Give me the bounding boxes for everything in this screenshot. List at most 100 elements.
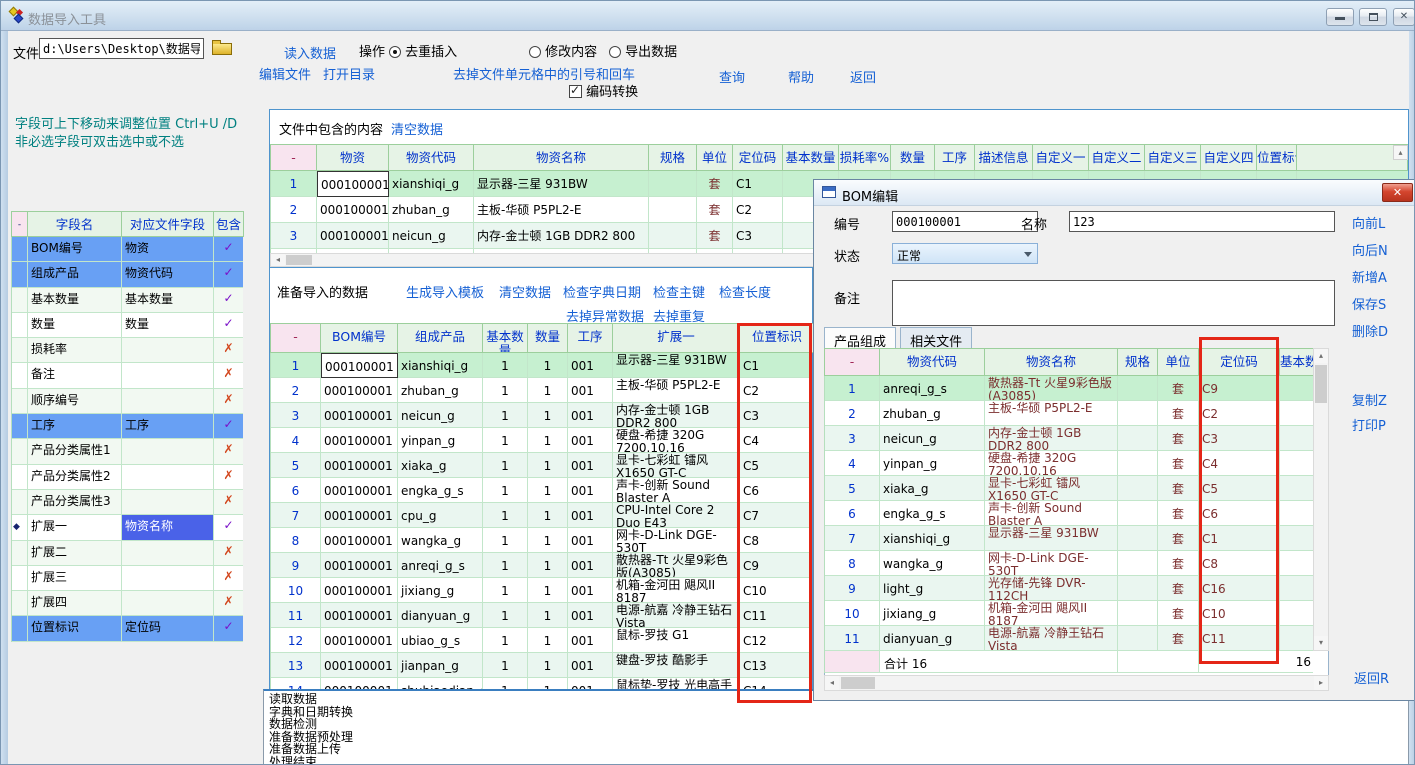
edit-file-link[interactable]: 编辑文件 xyxy=(259,64,311,83)
field-mapping-row[interactable]: 位置标识 定位码 ✓ xyxy=(12,616,243,641)
table-row[interactable]: 12 000100001 ubiao_g_s 1 1 001 鼠标-罗技 G1 … xyxy=(271,628,812,653)
restore-button[interactable] xyxy=(1359,8,1387,26)
open-directory-link[interactable]: 打开目录 xyxy=(323,64,375,83)
bom-no-input[interactable] xyxy=(892,211,1038,232)
table-row[interactable]: 4 000100001 yinpan_g 1 1 001 硬盘-希捷 320G … xyxy=(271,428,812,453)
field-mapping-row[interactable]: 产品分类属性1 ✗ xyxy=(12,439,243,464)
restore-icon xyxy=(1369,13,1378,21)
table-row[interactable]: 11 dianyuan_g 电源-航嘉 冷静王钻石Vista 套 C11 xyxy=(825,626,1313,651)
radio-dedup-insert[interactable]: 去重插入 xyxy=(389,41,457,60)
scroll-thumb[interactable] xyxy=(286,255,312,265)
app-icon xyxy=(9,7,26,24)
table-row[interactable]: 1 000100001 xianshiqi_g 1 1 001 显示器-三星 9… xyxy=(271,353,812,378)
bom-action-button[interactable]: 复制Z xyxy=(1352,390,1387,409)
table-row[interactable]: 8 wangka_g 网卡-D-Link DGE-530T 套 C8 xyxy=(825,551,1313,576)
column-header: 单位 xyxy=(697,144,733,171)
bom-nav-button[interactable]: 向后N xyxy=(1352,240,1388,259)
import-action-link[interactable]: 检查长度 xyxy=(719,282,771,301)
import-action-link[interactable]: 检查字典日期 xyxy=(563,282,641,301)
field-mapping-row[interactable]: 备注 ✗ xyxy=(12,363,243,388)
state-combobox[interactable]: 正常 xyxy=(892,243,1038,264)
import-action-link[interactable]: 生成导入模板 xyxy=(406,282,484,301)
dialog-close-button[interactable]: ✕ xyxy=(1382,183,1413,202)
table-row[interactable]: 3 000100001 neicun_g 1 1 001 内存-金士顿 1GB … xyxy=(271,403,812,428)
scroll-up-icon[interactable]: ▴ xyxy=(1393,145,1408,160)
table-row[interactable]: 7 xianshiqi_g 显示器-三星 931BW 套 C1 xyxy=(825,526,1313,551)
field-mapping-row[interactable]: 扩展四 ✗ xyxy=(12,591,243,616)
tab-related-files[interactable]: 相关文件 xyxy=(900,327,972,348)
scroll-left-icon[interactable]: ◂ xyxy=(271,254,285,266)
table-row[interactable]: 6 000100001 engka_g_s 1 1 001 声卡-创新 Soun… xyxy=(271,478,812,503)
table-row[interactable]: 7 000100001 cpu_g 1 1 001 CPU-Intel Core… xyxy=(271,503,812,528)
table-row[interactable]: 2 000100001 zhuban_g 1 1 001 主板-华硕 P5PL2… xyxy=(271,378,812,403)
minimize-button[interactable] xyxy=(1326,8,1354,26)
file-path-input[interactable] xyxy=(39,38,204,59)
bom-nav-button[interactable]: 向前L xyxy=(1352,213,1388,232)
scroll-down-icon[interactable]: ▾ xyxy=(1314,636,1328,650)
table-row[interactable]: 10 000100001 jixiang_g 1 1 001 机箱-金河田 飓风… xyxy=(271,578,812,603)
bom-back-button[interactable]: 返回R xyxy=(1354,668,1389,687)
close-button[interactable]: ✕ xyxy=(1393,8,1415,26)
field-mapping-row[interactable]: 数量 数量 ✓ xyxy=(12,313,243,338)
table-row[interactable]: 8 000100001 wangka_g 1 1 001 网卡-D-Link D… xyxy=(271,528,812,553)
field-mapping-row[interactable]: 顺序编号 ✗ xyxy=(12,389,243,414)
scroll-up-icon[interactable]: ▴ xyxy=(1314,349,1328,363)
table-row[interactable]: 2 zhuban_g 主板-华硕 P5PL2-E 套 C2 xyxy=(825,401,1313,426)
column-header: 基本数量 xyxy=(483,323,528,353)
table-row[interactable]: 1 anreqi_g_s 散热器-Tt 火星9彩色版(A3085) 套 C9 xyxy=(825,376,1313,401)
row-marker xyxy=(12,616,28,641)
read-data-link[interactable]: 读入数据 xyxy=(284,43,336,62)
bom-name-input[interactable] xyxy=(1069,211,1335,232)
bom-nav-button[interactable]: 保存S xyxy=(1352,294,1388,313)
field-name-cell: 基本数量 xyxy=(28,288,122,313)
field-name-cell: 顺序编号 xyxy=(28,389,122,414)
radio-export-data[interactable]: 导出数据 xyxy=(609,41,677,60)
field-mapping-row[interactable]: 扩展三 ✗ xyxy=(12,566,243,591)
table-row[interactable]: 5 xiaka_g 显卡-七彩虹 镭风X1650 GT-C 套 C5 xyxy=(825,476,1313,501)
help-link[interactable]: 帮助 xyxy=(788,67,814,86)
table-row[interactable]: 5 000100001 xiaka_g 1 1 001 显卡-七彩虹 镭风X16… xyxy=(271,453,812,478)
import-action-link[interactable]: 清空数据 xyxy=(499,282,551,301)
scroll-thumb[interactable] xyxy=(841,677,875,689)
table-row[interactable]: 4 yinpan_g 硬盘-希捷 320G 7200.10.16 套 C4 xyxy=(825,451,1313,476)
bom-action-button[interactable]: 打印P xyxy=(1352,415,1387,434)
field-name-cell: 产品分类属性3 xyxy=(28,490,122,515)
table-row[interactable]: 14 000100001 shubiaodian_g 1 1 001 鼠标垫-罗… xyxy=(271,678,812,689)
browse-folder-button[interactable] xyxy=(211,39,235,56)
table-row[interactable]: 9 000100001 anreqi_g_s 1 1 001 散热器-Tt 火星… xyxy=(271,553,812,578)
tab-product-composition[interactable]: 产品组成 xyxy=(824,327,896,348)
table-row[interactable]: 10 jixiang_g 机箱-金河田 飓风II 8187 套 C10 xyxy=(825,601,1313,626)
encoding-checkbox[interactable]: 编码转换 xyxy=(569,81,638,100)
field-mapping-row[interactable]: 产品分类属性3 ✗ xyxy=(12,490,243,515)
include-mark-icon: ✓ xyxy=(214,515,243,540)
query-link[interactable]: 查询 xyxy=(719,67,745,86)
field-mapping-row[interactable]: ◆ 扩展一 物资名称 ✓ xyxy=(12,515,243,540)
import-action-link[interactable]: 检查主键 xyxy=(653,282,705,301)
bom-nav-button[interactable]: 删除D xyxy=(1352,321,1388,340)
table-row[interactable]: 11 000100001 dianyuan_g 1 1 001 电源-航嘉 冷静… xyxy=(271,603,812,628)
return-link[interactable]: 返回 xyxy=(850,67,876,86)
field-mapping-row[interactable]: 基本数量 基本数量 ✓ xyxy=(12,288,243,313)
field-mapping-row[interactable]: 损耗率 ✗ xyxy=(12,338,243,363)
scroll-left-icon[interactable]: ◂ xyxy=(825,676,839,690)
table-row[interactable]: 13 000100001 jianpan_g 1 1 001 键盘-罗技 酷影手… xyxy=(271,653,812,678)
file-field-cell: 工序 xyxy=(122,414,214,439)
field-mapping-row[interactable]: BOM编号 物资 ✓ xyxy=(12,237,243,262)
scroll-thumb[interactable] xyxy=(1315,365,1327,403)
vertical-scrollbar[interactable]: ▴ ▾ xyxy=(1313,348,1329,651)
radio-modify-content[interactable]: 修改内容 xyxy=(529,41,597,60)
bom-nav-button[interactable]: 新增A xyxy=(1352,267,1388,286)
column-header: 对应文件字段 xyxy=(122,211,214,237)
table-row[interactable]: 9 light_g 光存储-先锋 DVR-112CH 套 C16 xyxy=(825,576,1313,601)
field-mapping-row[interactable]: 扩展二 ✗ xyxy=(12,541,243,566)
scroll-right-icon[interactable]: ▸ xyxy=(1314,676,1328,690)
table-row[interactable]: 6 engka_g_s 声卡-创新 Sound Blaster A 套 C6 xyxy=(825,501,1313,526)
column-header: 物资名称 xyxy=(474,144,649,171)
field-mapping-row[interactable]: 组成产品 物资代码 ✓ xyxy=(12,262,243,287)
field-mapping-row[interactable]: 产品分类属性2 ✗ xyxy=(12,465,243,490)
bom-note-textarea[interactable] xyxy=(892,280,1335,326)
horizontal-scrollbar[interactable]: ◂ ▸ xyxy=(824,675,1329,691)
clear-file-data-link[interactable]: 清空数据 xyxy=(391,119,443,138)
field-mapping-row[interactable]: 工序 工序 ✓ xyxy=(12,414,243,439)
table-row[interactable]: 3 neicun_g 内存-金士顿 1GB DDR2 800 套 C3 xyxy=(825,426,1313,451)
